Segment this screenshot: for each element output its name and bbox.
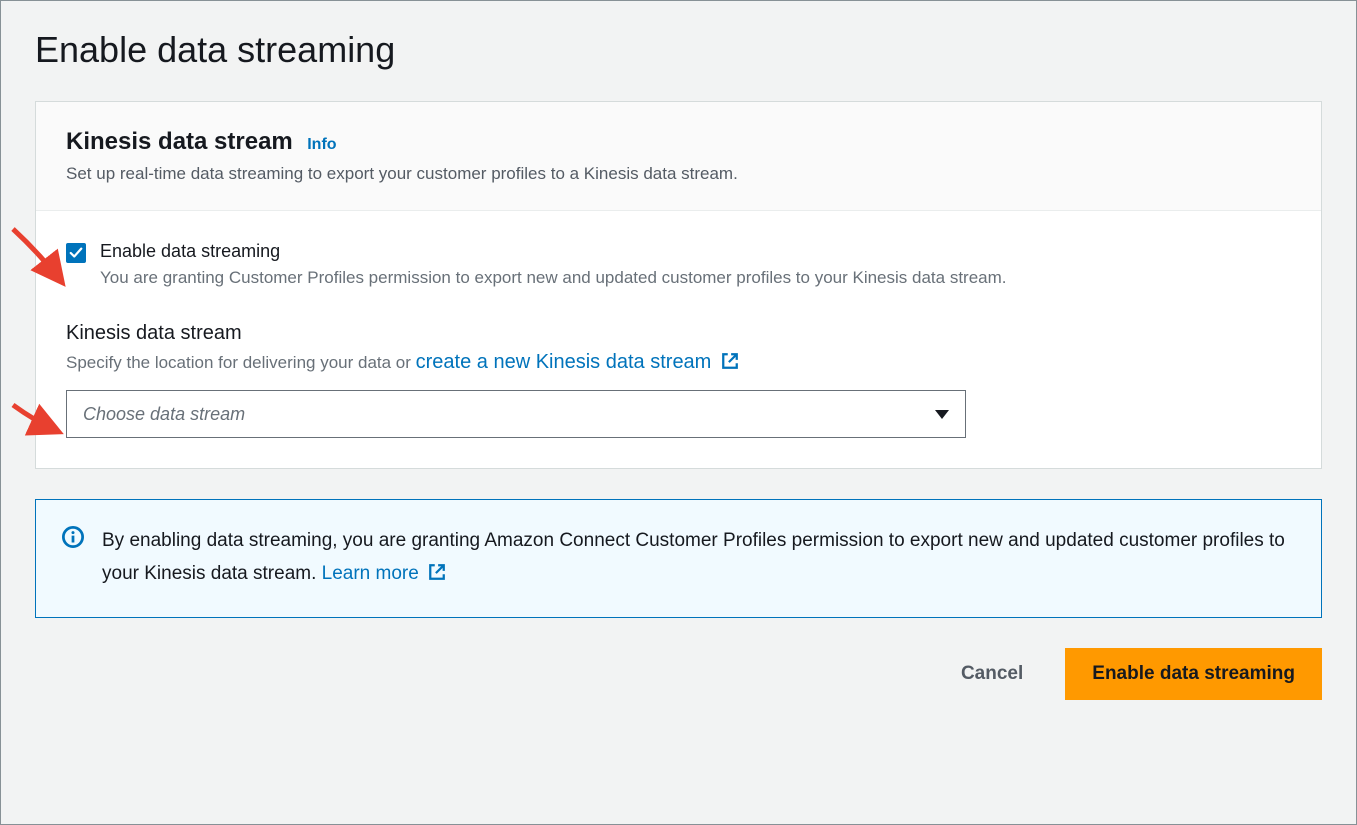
footer-actions: Cancel Enable data streaming: [35, 648, 1322, 700]
check-icon: [69, 246, 83, 260]
stream-field-group: Kinesis data stream Specify the location…: [66, 322, 1291, 438]
chevron-down-icon: [935, 410, 949, 419]
enable-streaming-hint: You are granting Customer Profiles permi…: [100, 268, 1007, 288]
stream-field-label: Kinesis data stream: [66, 322, 1291, 345]
learn-more-text: Learn more: [322, 563, 419, 584]
info-alert: By enabling data streaming, you are gran…: [35, 499, 1322, 618]
learn-more-link[interactable]: Learn more: [322, 563, 446, 584]
panel-title-row: Kinesis data stream Info: [66, 128, 1291, 156]
select-placeholder: Choose data stream: [83, 404, 245, 425]
data-stream-select[interactable]: Choose data stream: [66, 390, 966, 438]
stream-field-hint: Specify the location for delivering your…: [66, 351, 1291, 376]
kinesis-panel: Kinesis data stream Info Set up real-tim…: [35, 101, 1322, 469]
enable-streaming-button[interactable]: Enable data streaming: [1065, 648, 1322, 700]
page-title: Enable data streaming: [35, 29, 1322, 71]
alert-text: By enabling data streaming, you are gran…: [102, 524, 1295, 593]
create-stream-link[interactable]: create a new Kinesis data stream: [416, 351, 739, 373]
panel-header: Kinesis data stream Info Set up real-tim…: [36, 102, 1321, 211]
panel-title: Kinesis data stream: [66, 128, 293, 156]
panel-body: Enable data streaming You are granting C…: [36, 211, 1321, 468]
panel-description: Set up real-time data streaming to expor…: [66, 164, 1291, 184]
alert-message: By enabling data streaming, you are gran…: [102, 530, 1285, 584]
enable-streaming-label[interactable]: Enable data streaming: [100, 241, 1007, 262]
stream-hint-prefix: Specify the location for delivering your…: [66, 353, 416, 372]
checkbox-text: Enable data streaming You are granting C…: [100, 241, 1007, 288]
create-stream-link-text: create a new Kinesis data stream: [416, 351, 712, 373]
enable-streaming-option: Enable data streaming You are granting C…: [66, 241, 1291, 288]
page-container: Enable data streaming Kinesis data strea…: [0, 0, 1357, 825]
info-icon: [62, 526, 84, 593]
external-link-icon: [428, 559, 446, 592]
enable-streaming-checkbox[interactable]: [66, 243, 86, 263]
external-link-icon: [721, 352, 739, 376]
cancel-button[interactable]: Cancel: [939, 651, 1045, 697]
info-link[interactable]: Info: [307, 136, 336, 153]
